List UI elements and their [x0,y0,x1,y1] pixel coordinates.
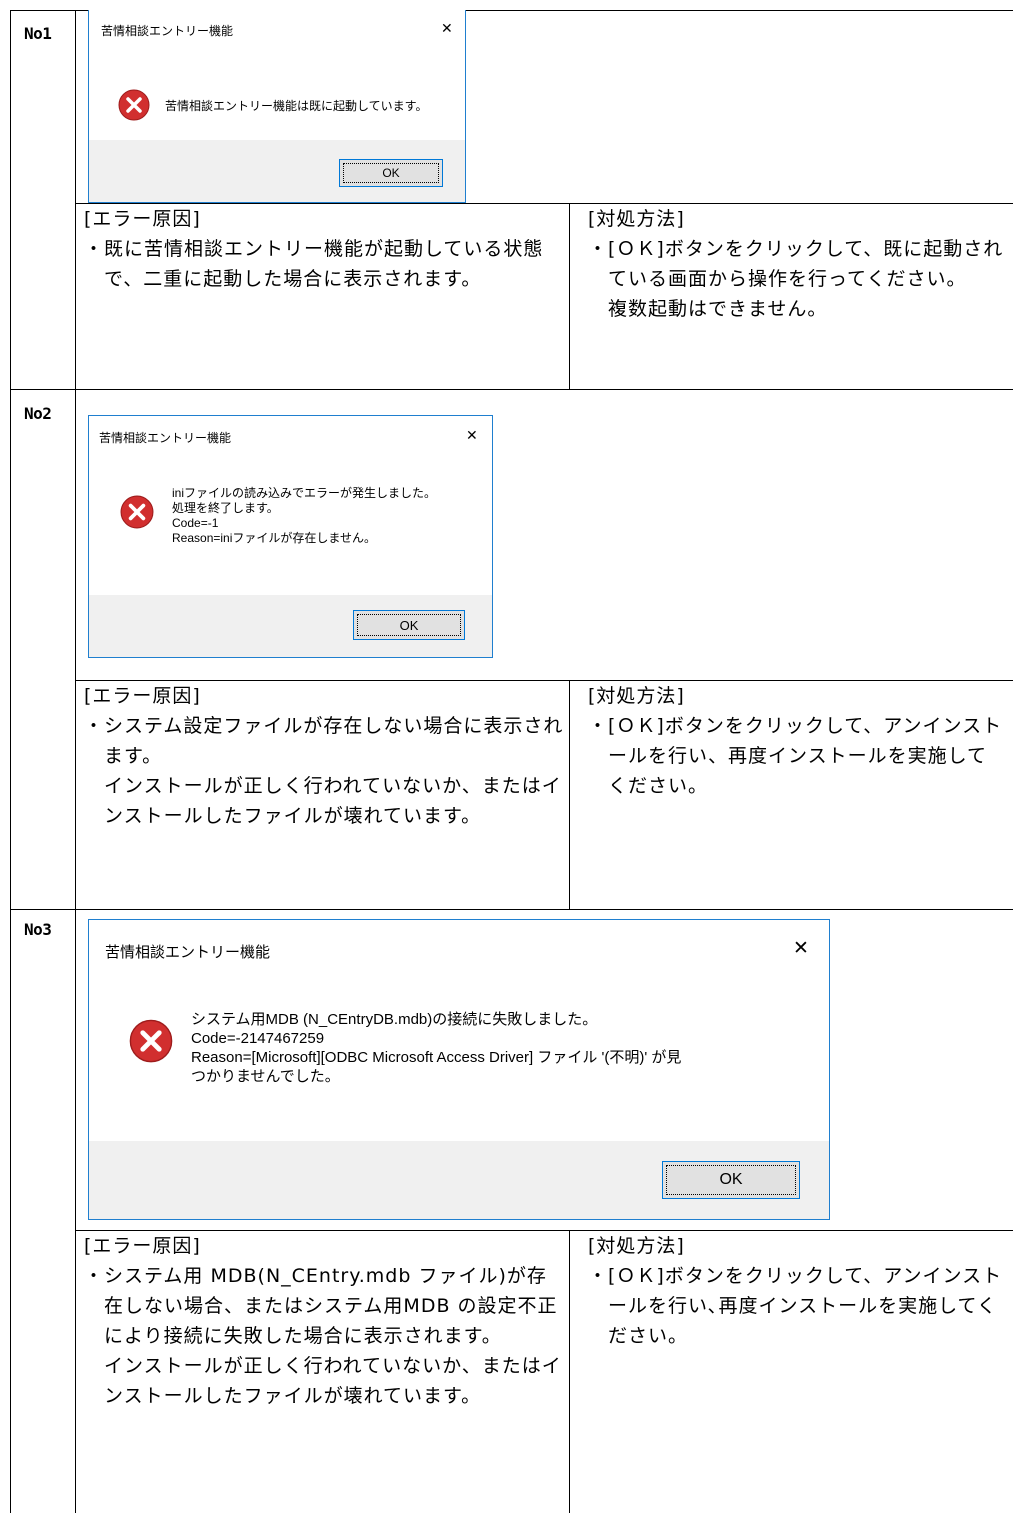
error-icon [120,495,154,529]
close-icon[interactable]: ✕ [441,22,453,36]
error-cause: [エラー原因] ・システム用 MDB(N_CEntry.mdb ファイル)が存在… [84,1231,564,1411]
row2-column-divider [569,680,570,909]
error-icon [129,1019,173,1063]
row1-bottom-border [10,389,1013,390]
close-icon[interactable]: ✕ [466,429,478,443]
remedy-heading: [対処方法] [588,685,685,707]
row3-column-divider [569,1230,570,1513]
error-cause-text: ・既に苦情相談エントリー機能が起動している状態で、二重に起動した場合に表示されま… [84,238,544,290]
dialog-message: iniファイルの読み込みでエラーが発生しました。 処理を終了します。 Code=… [172,486,437,545]
row1-column-divider [569,203,570,389]
error-cause: [エラー原因] ・システム設定ファイルが存在しない場合に表示されます。 インスト… [84,681,564,831]
row2-bottom-border [10,909,1013,910]
remedy-text: ・[ＯＫ]ボタンをクリックして、アンインストールを行い、再度インストールを実施し… [588,715,1003,797]
dialog-message: システム用MDB (N_CEntryDB.mdb)の接続に失敗しました。 Cod… [191,1011,682,1085]
error-cause-heading: [エラー原因] [84,208,201,230]
error-cause-heading: [エラー原因] [84,685,201,707]
table-number-column-border [75,10,76,1513]
error-cause-heading: [エラー原因] [84,1235,201,1257]
dialog-title: 苦情相談エントリー機能 [101,24,234,38]
close-icon[interactable]: ✕ [793,939,809,958]
remedy: [対処方法] ・[ＯＫ]ボタンをクリックして、アンインストールを行い、再度インス… [588,681,1006,801]
error-cause-text: ・システム用 MDB(N_CEntry.mdb ファイル)が存在しない場合、また… [84,1265,562,1407]
dialog-title: 苦情相談エントリー機能 [99,431,232,445]
remedy-heading: [対処方法] [588,208,685,230]
remedy: [対処方法] ・[ＯＫ]ボタンをクリックして、既に起動されている画面から操作を行… [588,204,1006,324]
error-dialog: 苦情相談エントリー機能 ✕ システム用MDB (N_CEntryDB.mdb)の… [88,919,830,1220]
ok-button[interactable]: OK [662,1161,800,1199]
table-left-border [10,10,11,1513]
entry-number: No2 [24,404,52,423]
remedy: [対処方法] ・[ＯＫ]ボタンをクリックして、アンインストールを行い､再度インス… [588,1231,1006,1351]
remedy-heading: [対処方法] [588,1235,685,1257]
remedy-text: ・[ＯＫ]ボタンをクリックして、アンインストールを行い､再度インストールを実施し… [588,1265,1003,1347]
entry-number: No3 [24,920,52,939]
dialog-title: 苦情相談エントリー機能 [105,944,271,961]
remedy-text: ・[ＯＫ]ボタンをクリックして、既に起動されている画面から操作を行ってください。… [588,238,1004,320]
error-cause: [エラー原因] ・既に苦情相談エントリー機能が起動している状態で、二重に起動した… [84,204,564,294]
error-icon [118,89,150,121]
error-dialog: 苦情相談エントリー機能 ✕ iniファイルの読み込みでエラーが発生しました。 処… [88,415,493,658]
dialog-message: 苦情相談エントリー機能は既に起動しています。 [165,99,428,113]
entry-number: No1 [24,24,52,43]
ok-button[interactable]: OK [339,159,443,187]
ok-button[interactable]: OK [353,610,465,640]
error-cause-text: ・システム設定ファイルが存在しない場合に表示されます。 インストールが正しく行わ… [84,715,564,827]
error-dialog: 苦情相談エントリー機能 ✕ 苦情相談エントリー機能は既に起動しています。 OK [88,10,466,203]
